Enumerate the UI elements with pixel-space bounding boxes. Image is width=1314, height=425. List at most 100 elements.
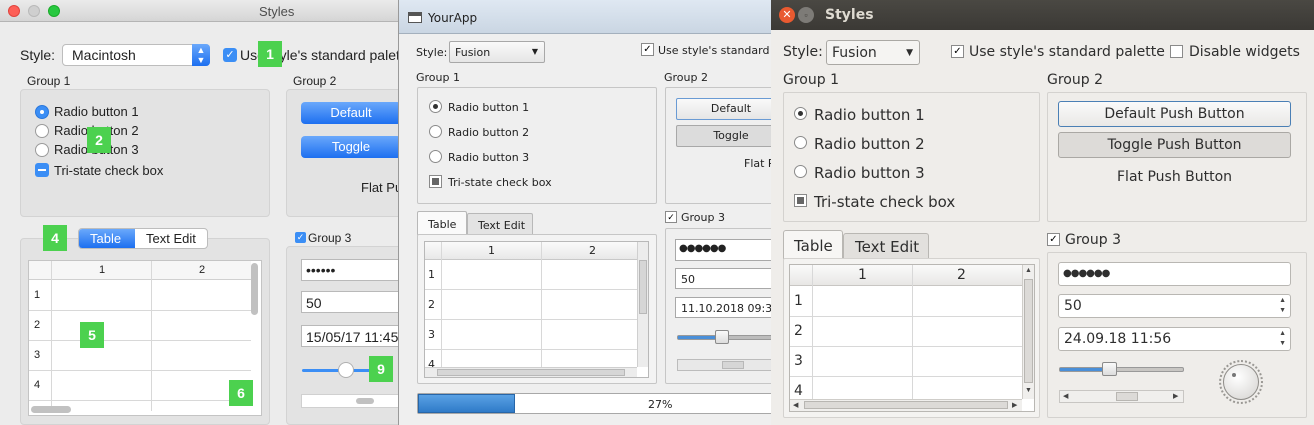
flat-button[interactable]: Flat P bbox=[744, 157, 775, 170]
radio-1[interactable] bbox=[794, 107, 807, 120]
toggle-button[interactable]: Toggle Push Button bbox=[1058, 132, 1291, 158]
fusion-titlebar: YourApp bbox=[399, 0, 778, 34]
datetime-arrows-icon[interactable]: ▲ ▼ bbox=[1279, 329, 1286, 349]
tristate-checkbox[interactable] bbox=[794, 194, 807, 207]
default-button[interactable]: Default bbox=[301, 102, 398, 124]
password-value: ●●●●●● bbox=[679, 243, 726, 254]
group3-label: Group 3 bbox=[681, 211, 725, 224]
style-combobox[interactable]: Fusion ▼ bbox=[826, 40, 920, 65]
progress-bar: 27% bbox=[417, 393, 778, 414]
horizontal-scrollbar[interactable]: ◀ ▶ bbox=[790, 399, 1022, 411]
toggle-button[interactable]: Toggle bbox=[301, 136, 398, 158]
radio-1-label: Radio button 1 bbox=[448, 101, 530, 114]
password-field[interactable]: ●●●●●● bbox=[675, 239, 778, 261]
disable-checkbox[interactable] bbox=[1170, 45, 1183, 58]
annotation-badge: 1 bbox=[258, 41, 282, 67]
scroll-up-icon[interactable]: ▲ bbox=[1025, 267, 1032, 274]
flat-button[interactable]: Flat Pu bbox=[361, 180, 398, 195]
radio-2[interactable] bbox=[794, 136, 807, 149]
default-button[interactable]: Default Push Button bbox=[1058, 101, 1291, 127]
window-title: Styles bbox=[259, 4, 295, 19]
table[interactable]: 1 2 1 2 3 4 bbox=[28, 260, 262, 416]
tab-text-edit[interactable]: Text Edit bbox=[146, 231, 196, 246]
vertical-scrollbar[interactable]: ▲ ▼ bbox=[1022, 265, 1034, 399]
slider-track[interactable] bbox=[1059, 367, 1184, 372]
password-field[interactable]: ●●●●●● bbox=[1058, 262, 1291, 286]
datetime-field[interactable]: 11.10.2018 09:38 bbox=[675, 297, 778, 318]
scroll-down-icon[interactable]: ▼ bbox=[1025, 387, 1032, 394]
radio-2[interactable] bbox=[429, 125, 442, 138]
horizontal-scrollbar[interactable] bbox=[425, 367, 637, 377]
tristate-checkbox[interactable] bbox=[429, 175, 442, 188]
style-combobox-value: Fusion bbox=[832, 45, 877, 61]
palette-checkbox[interactable]: ✓ bbox=[641, 43, 654, 56]
tab-table[interactable]: Table bbox=[417, 211, 467, 235]
minimize-icon[interactable] bbox=[28, 5, 40, 17]
table[interactable]: 1 2 1 2 3 4 ▲ ▼ ◀ ▶ bbox=[789, 264, 1035, 412]
scroll-left-icon[interactable]: ◀ bbox=[1063, 392, 1068, 400]
scrollbar-widget[interactable] bbox=[677, 359, 777, 371]
slider-track[interactable] bbox=[302, 369, 372, 372]
slider-handle[interactable] bbox=[338, 362, 354, 378]
tristate-label: Tri-state check box bbox=[814, 193, 956, 211]
radio-2[interactable] bbox=[35, 124, 49, 138]
zoom-icon[interactable] bbox=[48, 5, 60, 17]
scrollbar-widget[interactable] bbox=[301, 394, 398, 408]
default-button[interactable]: Default bbox=[676, 98, 778, 120]
radio-1[interactable] bbox=[35, 105, 49, 119]
window-title: Styles bbox=[825, 7, 874, 23]
close-icon[interactable]: ✕ bbox=[779, 7, 795, 23]
radio-3[interactable] bbox=[35, 143, 49, 157]
row-header: 3 bbox=[428, 328, 435, 341]
slider-handle[interactable] bbox=[715, 330, 729, 344]
password-value: ●●●●●● bbox=[1063, 268, 1110, 279]
style-combobox-value: Fusion bbox=[455, 46, 491, 59]
group3-checkbox[interactable]: ✓ bbox=[665, 211, 677, 223]
palette-checkbox[interactable]: ✓ bbox=[951, 45, 964, 58]
tab-text-edit[interactable]: Text Edit bbox=[843, 233, 929, 259]
tristate-label: Tri-state check box bbox=[54, 163, 164, 178]
spin-value: 50 bbox=[306, 295, 322, 311]
spin-box[interactable]: 50 ▲ ▼ bbox=[1058, 294, 1291, 318]
scrollbar-widget[interactable]: ◀ ▶ bbox=[1059, 390, 1184, 403]
scroll-right-icon[interactable]: ▶ bbox=[1012, 401, 1017, 409]
close-icon[interactable] bbox=[8, 5, 20, 17]
radio-3-label: Radio button 3 bbox=[448, 151, 530, 164]
datetime-field[interactable]: 15/05/17 11:45 bbox=[301, 325, 398, 347]
fusion-window: YourApp Style: Fusion ▼ ✓ Use style's st… bbox=[398, 0, 778, 425]
spin-box[interactable]: 50 bbox=[675, 268, 778, 289]
style-label: Style: bbox=[20, 47, 56, 63]
password-field[interactable]: •••••• bbox=[301, 259, 398, 281]
datetime-field[interactable]: 24.09.18 11:56 ▲ ▼ bbox=[1058, 327, 1291, 351]
group1-label: Group 1 bbox=[783, 72, 839, 88]
tab-text-edit-label: Text Edit bbox=[478, 219, 526, 232]
group3-checkbox[interactable]: ✓ bbox=[1047, 233, 1060, 246]
palette-checkbox[interactable]: ✓ bbox=[223, 48, 237, 62]
tab-text-edit[interactable]: Text Edit bbox=[467, 213, 533, 235]
flat-button[interactable]: Flat Push Button bbox=[1117, 169, 1232, 185]
tab-table[interactable]: Table bbox=[783, 230, 843, 259]
scroll-left-icon[interactable]: ◀ bbox=[793, 401, 798, 409]
table[interactable]: 1 2 1 2 3 4 bbox=[424, 241, 649, 378]
spin-box[interactable]: 50 bbox=[301, 291, 398, 313]
horizontal-scrollbar[interactable] bbox=[31, 406, 71, 413]
mac-titlebar: Styles bbox=[0, 0, 398, 22]
toggle-button[interactable]: Toggle bbox=[676, 125, 778, 147]
group3-checkbox[interactable]: ✓ bbox=[295, 232, 306, 243]
tristate-checkbox[interactable] bbox=[35, 163, 49, 177]
radio-1[interactable] bbox=[429, 100, 442, 113]
slider-handle[interactable] bbox=[1102, 362, 1117, 376]
dial[interactable] bbox=[1223, 364, 1259, 400]
tab-table[interactable]: Table bbox=[79, 229, 135, 248]
vertical-scrollbar[interactable] bbox=[251, 263, 258, 315]
spin-arrows-icon[interactable]: ▲ ▼ bbox=[1279, 296, 1286, 316]
radio-3[interactable] bbox=[794, 165, 807, 178]
scroll-right-icon[interactable]: ▶ bbox=[1173, 392, 1178, 400]
col-header-1: 1 bbox=[858, 267, 867, 283]
style-combobox[interactable]: Macintosh ▲ ▼ bbox=[62, 44, 210, 66]
vertical-scrollbar[interactable] bbox=[637, 242, 648, 367]
radio-3[interactable] bbox=[429, 150, 442, 163]
minimize-icon[interactable]: ▫ bbox=[798, 7, 814, 23]
col-header-2: 2 bbox=[957, 267, 966, 283]
style-combobox[interactable]: Fusion ▼ bbox=[449, 41, 545, 63]
